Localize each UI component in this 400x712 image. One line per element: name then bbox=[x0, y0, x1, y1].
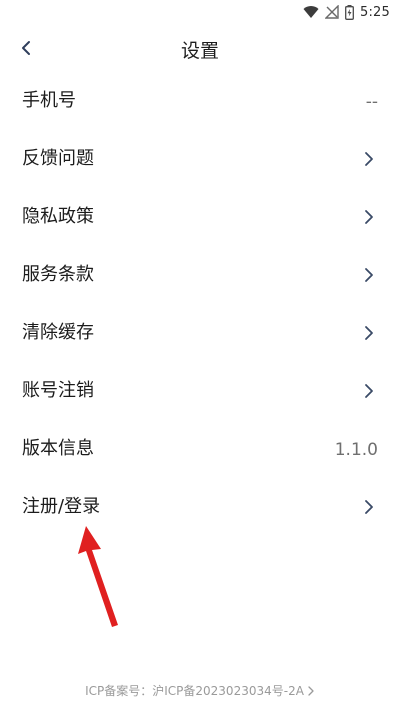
feedback-label: 反馈问题 bbox=[22, 148, 94, 169]
chevron-right-icon bbox=[365, 268, 373, 282]
version-row: 版本信息 1.1.0 bbox=[0, 420, 400, 478]
battery-icon bbox=[345, 4, 354, 20]
page-title: 设置 bbox=[180, 40, 219, 62]
version-label: 版本信息 bbox=[22, 438, 94, 459]
status-icons: 5:25 bbox=[303, 3, 390, 21]
version-value: 1.1.0 bbox=[334, 440, 378, 460]
chevron-right-icon bbox=[365, 326, 373, 340]
feedback-row[interactable]: 反馈问题 bbox=[0, 130, 400, 188]
chevron-right-icon bbox=[308, 685, 314, 696]
wifi-icon bbox=[303, 6, 319, 19]
icp-footer-link[interactable]: ICP备案号：沪ICP备2023023034号-2A bbox=[0, 682, 400, 699]
register-login-label: 注册/登录 bbox=[22, 496, 101, 517]
chevron-right-icon bbox=[365, 210, 373, 224]
icp-number: 沪ICP备2023023034号-2A bbox=[152, 684, 304, 698]
status-bar: 5:25 bbox=[0, 0, 400, 26]
settings-list: 手机号 -- 反馈问题 隐私政策 服务条款 清除缓存 账号注销 版本信息 1.1… bbox=[0, 72, 400, 536]
register-login-row[interactable]: 注册/登录 bbox=[0, 478, 400, 536]
phone-value: -- bbox=[365, 92, 378, 112]
icp-label: ICP备案号： bbox=[85, 684, 153, 698]
clear-cache-row[interactable]: 清除缓存 bbox=[0, 304, 400, 362]
signal-off-icon bbox=[325, 5, 339, 19]
chevron-right-icon bbox=[365, 384, 373, 398]
chevron-right-icon bbox=[365, 152, 373, 166]
status-time: 5:25 bbox=[360, 4, 390, 20]
phone-label: 手机号 bbox=[22, 90, 76, 111]
phone-row[interactable]: 手机号 -- bbox=[0, 72, 400, 130]
terms-label: 服务条款 bbox=[22, 264, 94, 285]
header: 设置 bbox=[0, 26, 400, 72]
chevron-right-icon bbox=[365, 500, 373, 514]
privacy-label: 隐私政策 bbox=[22, 206, 94, 227]
delete-account-row[interactable]: 账号注销 bbox=[0, 362, 400, 420]
delete-account-label: 账号注销 bbox=[22, 380, 94, 401]
terms-row[interactable]: 服务条款 bbox=[0, 246, 400, 304]
privacy-row[interactable]: 隐私政策 bbox=[0, 188, 400, 246]
clear-cache-label: 清除缓存 bbox=[22, 322, 94, 343]
